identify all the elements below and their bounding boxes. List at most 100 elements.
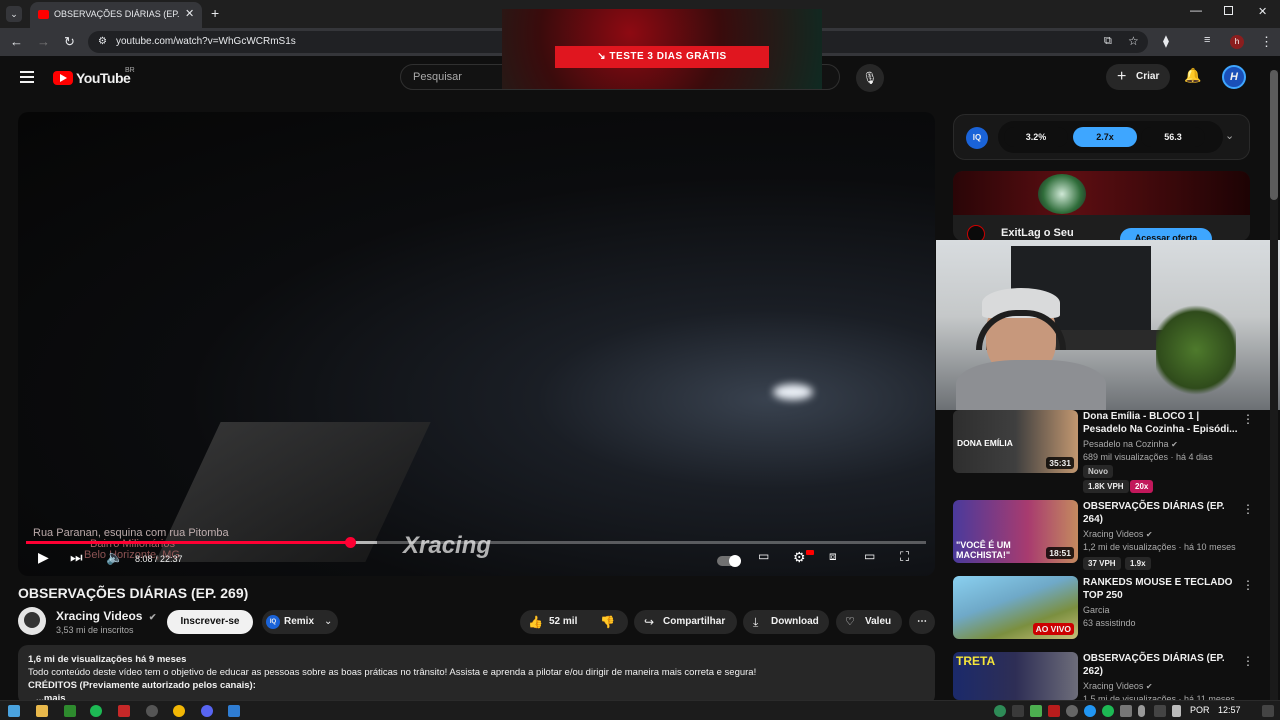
new-tab-button[interactable]: +	[211, 5, 219, 21]
clock-app-icon[interactable]	[146, 705, 158, 717]
subscribe-button[interactable]: Inscrever-se	[167, 610, 253, 634]
minimize-icon[interactable]: —	[1190, 3, 1202, 17]
video-thumbnail[interactable]: TRETA	[953, 652, 1078, 700]
site-info-icon[interactable]: ⚙	[98, 36, 107, 47]
create-button[interactable]: + Criar	[1106, 64, 1170, 90]
account-avatar[interactable]: H	[1222, 65, 1246, 89]
discord-icon[interactable]	[201, 705, 213, 717]
file-explorer-icon[interactable]	[36, 705, 48, 717]
tray-app-icon[interactable]	[1120, 705, 1132, 717]
more-options-icon[interactable]: ⋮	[1242, 578, 1254, 592]
media-control-icon[interactable]: ≡	[1204, 34, 1210, 46]
remix-label: Remix	[284, 616, 315, 627]
speaker-icon[interactable]	[1172, 705, 1181, 717]
iq-extension-widget: IQ 3.2% 2.7x 56.3 ⌄	[953, 114, 1250, 160]
verified-icon: ✔	[148, 612, 157, 622]
video-thumbnail[interactable]: DONA EMÍLIA 35:31	[953, 410, 1078, 473]
windows-start-icon[interactable]	[8, 705, 20, 717]
progress-bar[interactable]	[26, 537, 926, 548]
subtitles-icon[interactable]: ▭	[758, 549, 769, 563]
install-app-icon[interactable]: ⧉	[1104, 35, 1112, 48]
share-button[interactable]: ↪ Compartilhar	[634, 610, 737, 634]
page-scrollbar[interactable]	[1270, 70, 1278, 700]
next-video-icon[interactable]: ⏭	[70, 549, 83, 566]
recommendation-item[interactable]: DONA EMÍLIA 35:31 Dona Emília - BLOCO 1 …	[953, 410, 1254, 493]
play-icon[interactable]: ▶	[38, 549, 49, 566]
description-box[interactable]: 1,6 mi de visualizações há 9 meses Todo …	[18, 645, 935, 705]
forward-icon[interactable]: →	[37, 34, 50, 49]
maximize-icon[interactable]	[1224, 6, 1233, 15]
xracing-watermark: Xracing	[403, 532, 492, 559]
recommendation-title: OBSERVAÇÕES DIÁRIAS (EP. 262)	[1083, 653, 1225, 677]
tab-close-icon[interactable]: ✕	[185, 7, 194, 20]
system-clock[interactable]: 12:57	[1218, 705, 1241, 715]
download-button[interactable]: ⤓ Download	[743, 610, 829, 634]
like-button[interactable]: 👍 52 mil	[528, 610, 588, 634]
more-options-icon[interactable]: ⋮	[1242, 412, 1254, 426]
volume-icon[interactable]: 🔈	[106, 549, 123, 566]
video-headlight	[773, 384, 813, 400]
scrollbar-thumb[interactable]	[1270, 70, 1278, 200]
tray-app-icon[interactable]	[994, 705, 1006, 717]
tray-app-icon[interactable]	[1084, 705, 1096, 717]
more-options-icon[interactable]: ⋮	[1242, 654, 1254, 668]
thanks-button[interactable]: ♡ Valeu	[836, 610, 902, 634]
theater-mode-icon[interactable]: ▭	[864, 549, 875, 563]
ad-banner[interactable]: ↘ TESTE 3 DIAS GRÁTIS	[502, 9, 822, 89]
tab-list-dropdown-icon[interactable]: ⌄	[6, 6, 22, 22]
autoplay-toggle[interactable]	[717, 555, 741, 567]
video-thumbnail[interactable]: "VOCÊ É UM MACHISTA!" 18:51	[953, 500, 1078, 563]
tray-app-icon[interactable]	[1066, 705, 1078, 717]
xbox-icon[interactable]	[64, 705, 76, 717]
iq-value-pill[interactable]: 56.3	[1141, 127, 1205, 147]
video-thumbnail[interactable]: AO VIVO	[953, 576, 1078, 639]
profile-avatar[interactable]: h	[1230, 35, 1244, 49]
iq-value-pill[interactable]: 3.2%	[1004, 127, 1068, 147]
windows-taskbar: POR 12:57	[0, 700, 1280, 720]
video-player[interactable]: Rua Paranan, esquina com rua Pitomba Bai…	[18, 112, 935, 576]
remix-button[interactable]: IQ Remix ⌄	[262, 610, 338, 634]
input-language[interactable]: POR	[1190, 705, 1210, 715]
progress-played	[26, 541, 350, 544]
recommendation-item[interactable]: "VOCÊ É UM MACHISTA!" 18:51 OBSERVAÇÕES …	[953, 500, 1254, 570]
calendar-app-icon[interactable]	[118, 705, 130, 717]
spotify-icon[interactable]	[90, 705, 102, 717]
tray-app-icon[interactable]	[1154, 705, 1166, 717]
tray-app-icon[interactable]	[1030, 705, 1042, 717]
tray-app-icon[interactable]	[1048, 705, 1060, 717]
more-options-icon[interactable]: ⋮	[1242, 502, 1254, 516]
bookmark-star-icon[interactable]: ☆	[1128, 34, 1139, 48]
notification-center-icon[interactable]	[1262, 705, 1274, 717]
description-text: Todo conteúdo deste vídeo tem o objetivo…	[28, 667, 757, 678]
channel-avatar[interactable]	[18, 607, 46, 635]
browser-tab-active[interactable]: OBSERVAÇÕES DIÁRIAS (EP. 269) ✕	[30, 2, 202, 28]
menu-hamburger-icon[interactable]	[20, 71, 34, 86]
browser-menu-icon[interactable]: ⋮	[1260, 34, 1273, 50]
progress-scrubber-handle[interactable]	[345, 537, 356, 548]
recommendation-item[interactable]: AO VIVO RANKEDS MOUSE E TECLADO TOP 250 …	[953, 576, 1254, 642]
app-icon[interactable]	[228, 705, 240, 717]
more-actions-button[interactable]: ⋯	[909, 610, 935, 634]
extensions-icon[interactable]: ⧫	[1163, 34, 1169, 48]
exitlag-logo-icon	[967, 225, 985, 241]
channel-name[interactable]: Xracing Videos ✔	[56, 609, 156, 623]
settings-gear-icon[interactable]: ⚙	[793, 549, 806, 566]
dislike-button[interactable]: 👎	[600, 610, 615, 634]
sponsored-card[interactable]: ExitLag o Seu Acessar oferta	[953, 171, 1250, 241]
miniplayer-icon[interactable]: ⧈	[829, 549, 837, 564]
streamer-shirt	[956, 360, 1106, 410]
notifications-bell-icon[interactable]: 🔔	[1184, 67, 1201, 84]
tray-spotify-icon[interactable]	[1102, 705, 1114, 717]
like-count: 52 mil	[549, 616, 578, 627]
ad-cta-button[interactable]: ↘ TESTE 3 DIAS GRÁTIS	[555, 46, 769, 68]
chrome-icon[interactable]	[173, 705, 185, 717]
iq-value-pill[interactable]: 2.7x	[1073, 127, 1137, 147]
microphone-icon[interactable]	[1138, 705, 1145, 717]
back-icon[interactable]: ←	[10, 34, 23, 49]
tray-app-icon[interactable]	[1012, 705, 1024, 717]
reload-icon[interactable]: ↻	[64, 34, 75, 50]
window-close-icon[interactable]: ✕	[1258, 5, 1267, 18]
fullscreen-icon[interactable]: ⛶	[900, 549, 909, 565]
voice-search-icon[interactable]: 🎙	[856, 64, 884, 92]
chevron-down-icon[interactable]: ⌄	[1225, 129, 1234, 142]
